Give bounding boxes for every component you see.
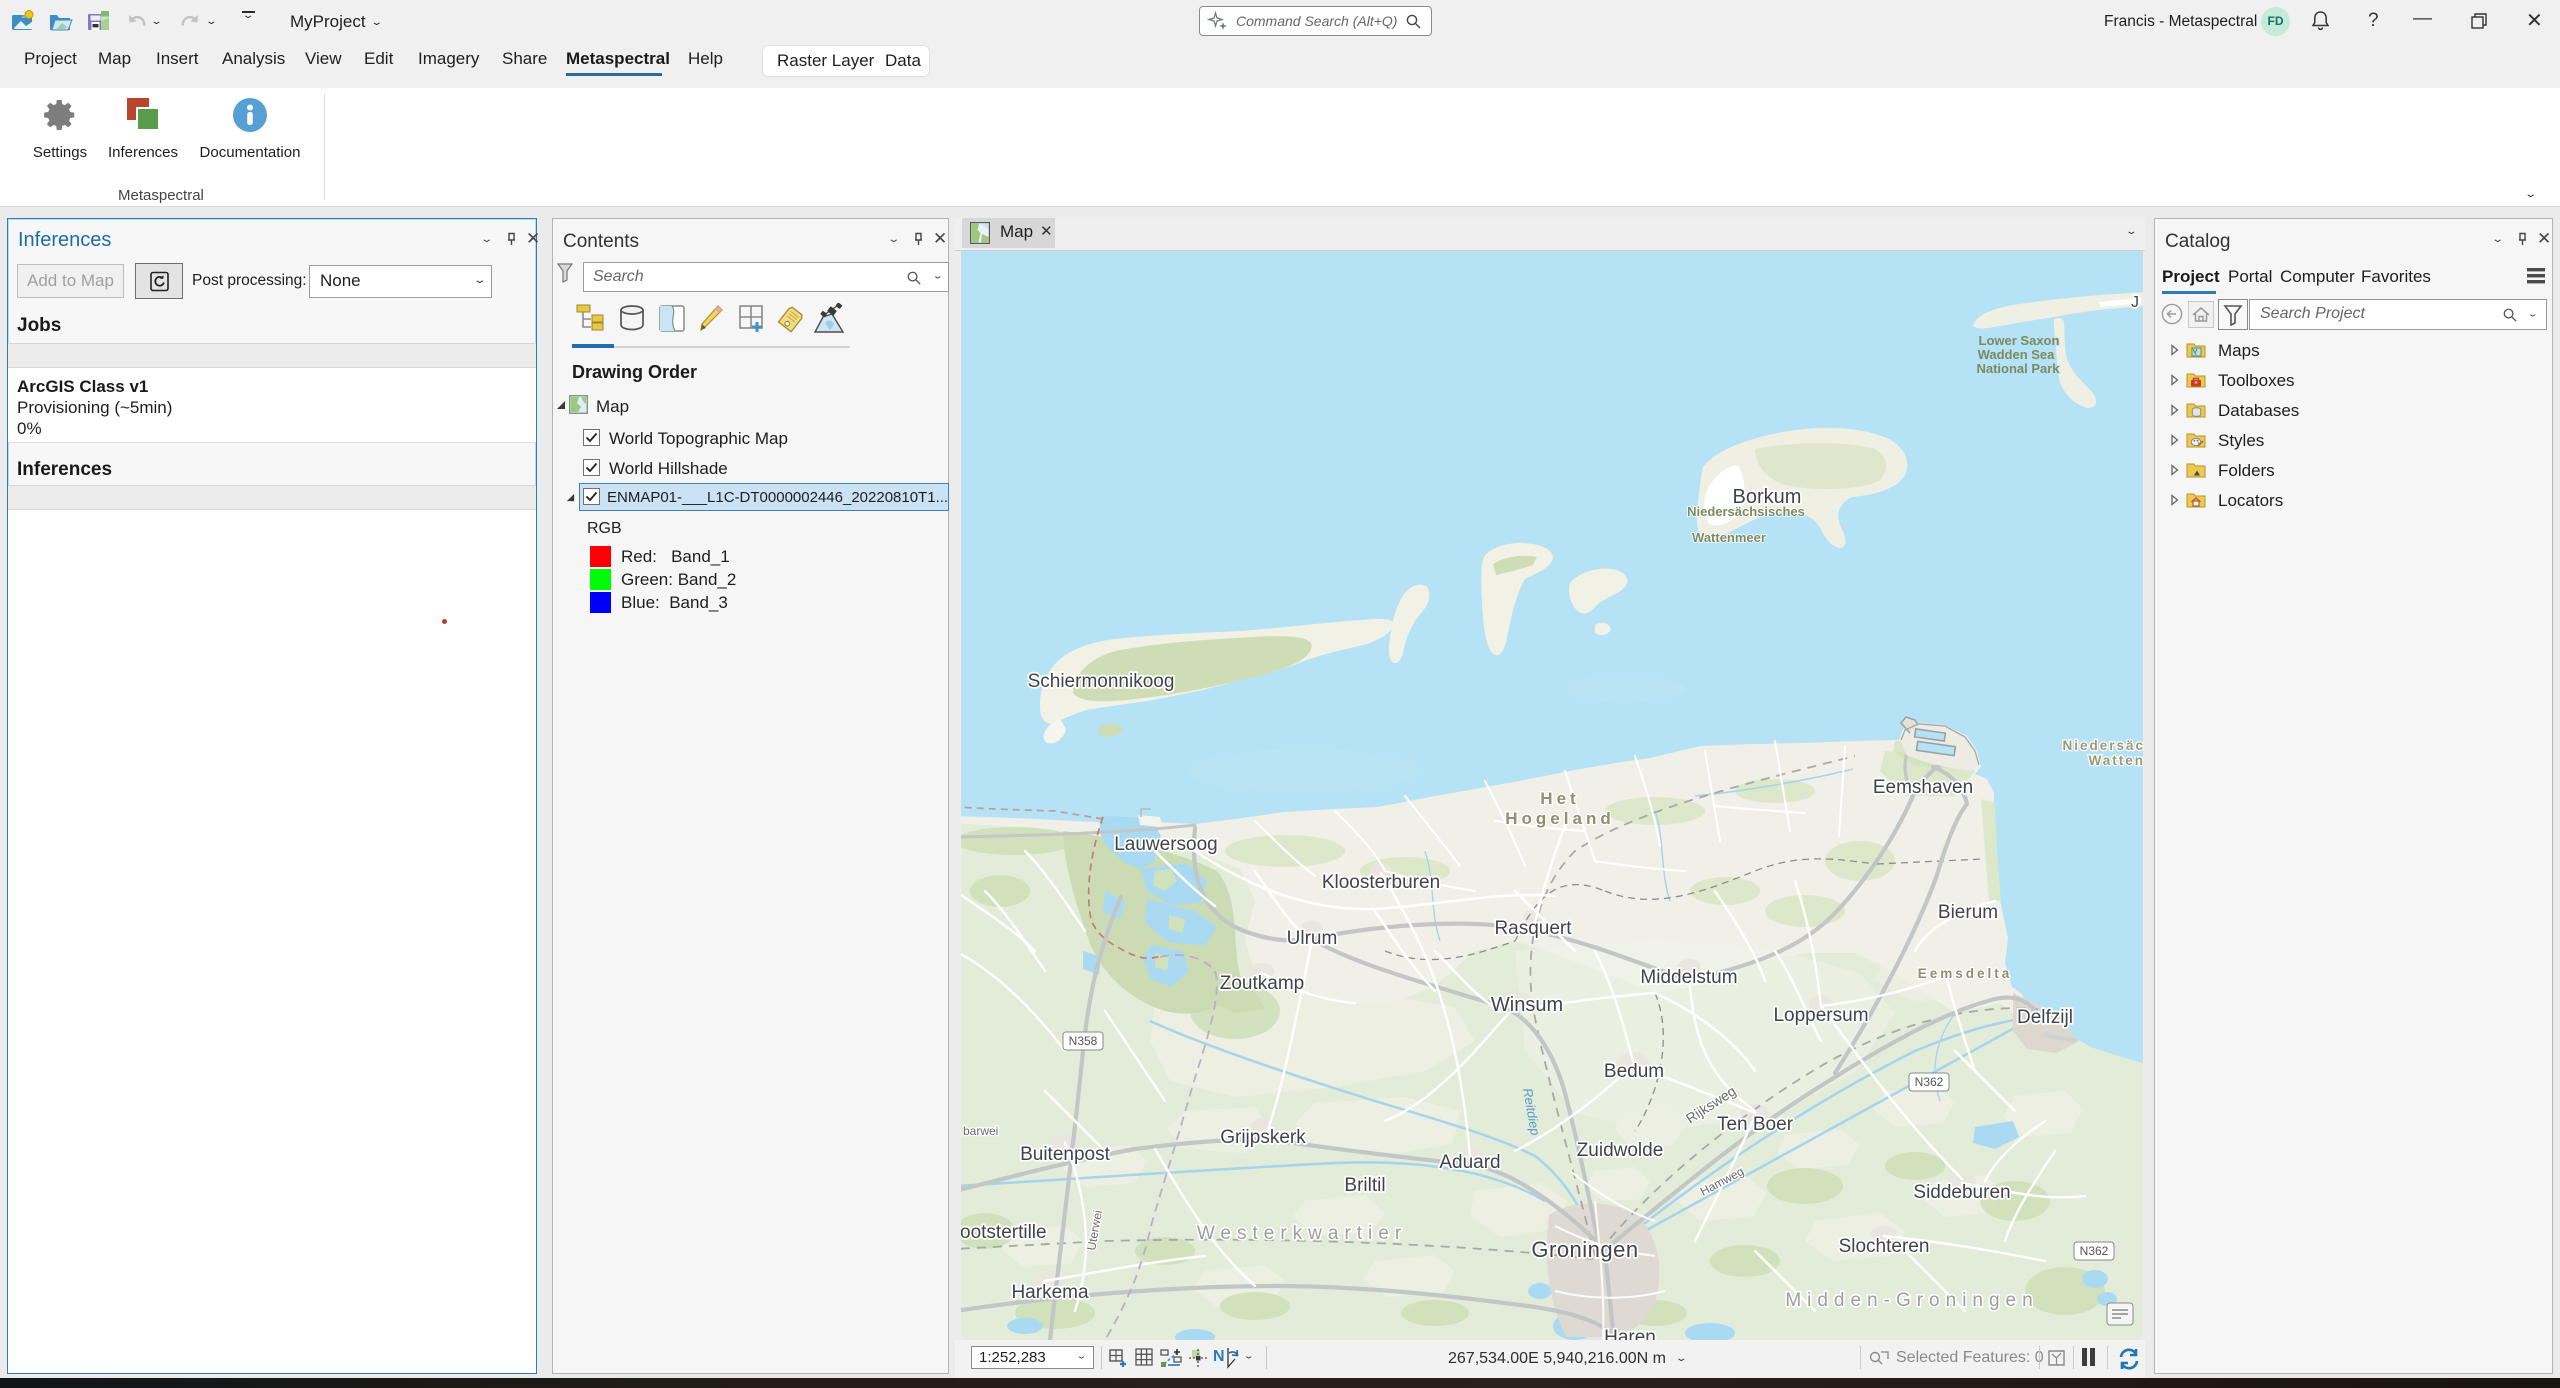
svg-text:N362: N362: [1915, 1075, 1944, 1089]
svg-text:Hogeland: Hogeland: [1505, 809, 1614, 828]
svg-text:Delfzijl: Delfzijl: [2017, 1007, 2073, 1028]
svg-text:Midden-Groningen: Midden-Groningen: [1785, 1290, 2038, 1311]
svg-text:Winsum: Winsum: [1491, 994, 1563, 1016]
svg-text:Briltil: Briltil: [1344, 1175, 1385, 1196]
svg-text:Bedum: Bedum: [1604, 1061, 1664, 1082]
svg-text:Schiermonnikoog: Schiermonnikoog: [1028, 671, 1175, 692]
svg-text:ootstertille: ootstertille: [960, 1222, 1047, 1243]
svg-text:Haren: Haren: [1604, 1327, 1656, 1340]
svg-text:barwei: barwei: [963, 1124, 998, 1138]
svg-text:Westerkwartier: Westerkwartier: [1197, 1223, 1407, 1244]
svg-text:Eemshaven: Eemshaven: [1873, 777, 1973, 798]
svg-text:Bierum: Bierum: [1938, 902, 1998, 923]
svg-text:Lauwersoog: Lauwersoog: [1114, 834, 1218, 855]
svg-text:Aduard: Aduard: [1439, 1152, 1500, 1173]
svg-text:Zoutkamp: Zoutkamp: [1220, 973, 1304, 994]
svg-text:Zuidwolde: Zuidwolde: [1577, 1140, 1664, 1161]
svg-text:J: J: [2131, 294, 2139, 311]
svg-text:Niedersäc: Niedersäc: [2062, 738, 2145, 753]
svg-text:Slochteren: Slochteren: [1839, 1236, 1930, 1257]
svg-text:Lower Saxon: Lower Saxon: [1979, 333, 2060, 348]
svg-text:Ulrum: Ulrum: [1287, 928, 1338, 949]
svg-text:Rasquert: Rasquert: [1494, 918, 1572, 939]
svg-text:Het: Het: [1540, 789, 1579, 808]
svg-text:N358: N358: [1069, 1034, 1098, 1048]
svg-text:Harkema: Harkema: [1011, 1282, 1089, 1303]
svg-text:Ten Boer: Ten Boer: [1717, 1114, 1794, 1135]
svg-text:N362: N362: [2080, 1244, 2109, 1258]
svg-text:Groningen: Groningen: [1531, 1237, 1638, 1262]
svg-text:National Park: National Park: [1976, 361, 2060, 376]
svg-text:Middelstum: Middelstum: [1640, 967, 1737, 988]
svg-text:Eemsdelta: Eemsdelta: [1918, 966, 2013, 981]
svg-text:Buitenpost: Buitenpost: [1020, 1144, 1111, 1165]
svg-text:Wattenmeer: Wattenmeer: [1692, 530, 1766, 545]
svg-text:Grijpskerk: Grijpskerk: [1220, 1127, 1306, 1148]
svg-text:Watten: Watten: [2089, 753, 2146, 768]
svg-text:Wadden Sea: Wadden Sea: [1978, 347, 2056, 362]
svg-text:Borkum: Borkum: [1733, 486, 1802, 508]
svg-text:Loppersum: Loppersum: [1773, 1005, 1868, 1026]
svg-text:Kloosterburen: Kloosterburen: [1322, 872, 1440, 893]
svg-text:Siddeburen: Siddeburen: [1913, 1182, 2010, 1203]
